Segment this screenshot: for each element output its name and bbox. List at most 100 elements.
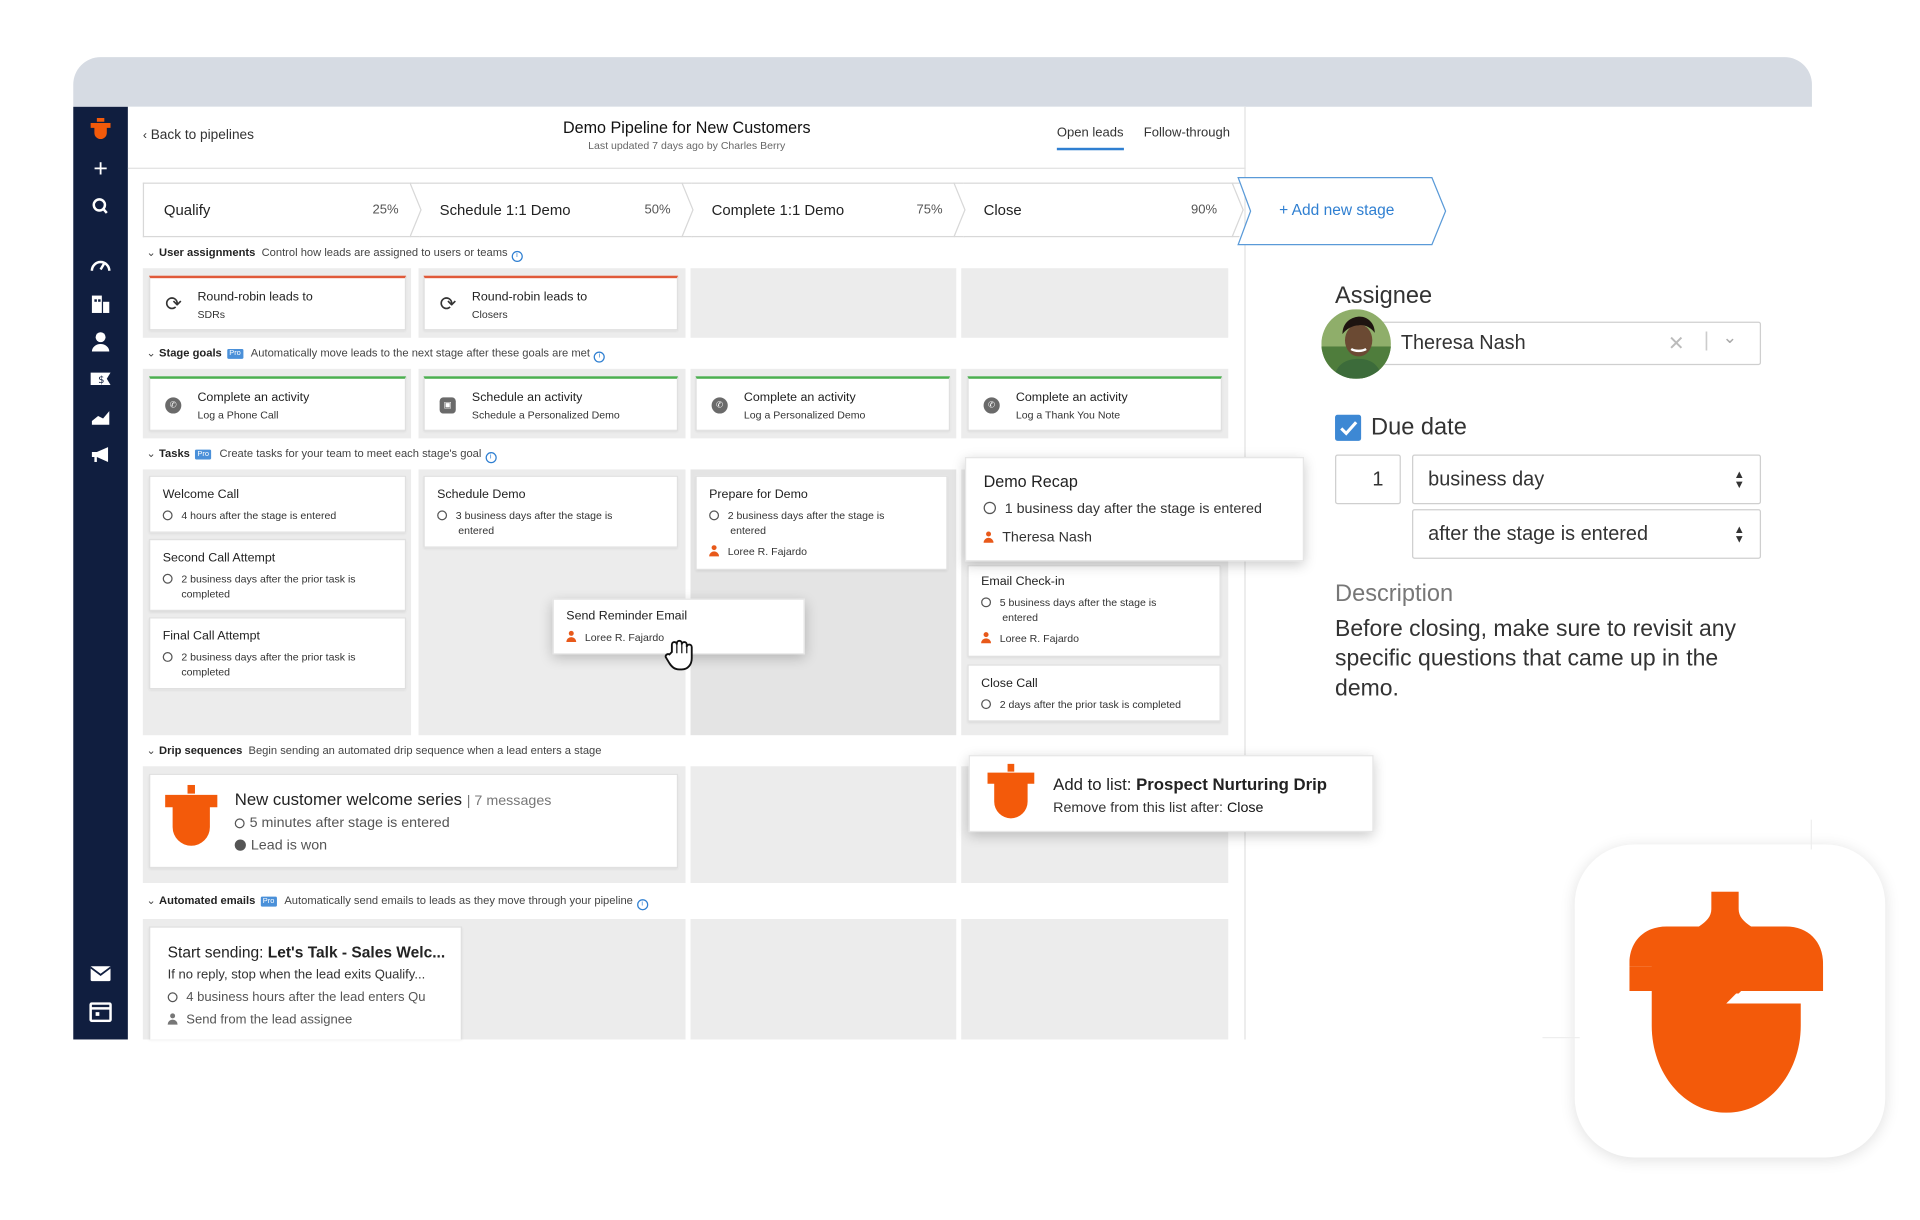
assignee-label: Assignee xyxy=(1335,283,1433,310)
user-icon xyxy=(167,1013,178,1025)
acorn-logo-icon xyxy=(1629,891,1824,1113)
email-card[interactable]: Start sending: Let's Talk - Sales Welc..… xyxy=(149,926,462,1040)
chevron-down-icon: ⌄ xyxy=(146,245,156,259)
lane xyxy=(961,268,1229,338)
chevron-down-icon[interactable]: ⌄ xyxy=(1723,327,1738,348)
task-card-final-call[interactable]: Final Call Attempt 2 business days after… xyxy=(149,617,407,690)
calendar-icon: ▣ xyxy=(439,397,456,414)
clock-icon xyxy=(162,510,173,521)
select-arrows-icon: ▲ ▼ xyxy=(1733,468,1745,491)
clock-icon xyxy=(234,818,245,829)
phone-icon: ✆ xyxy=(983,397,1000,414)
task-card-close-call[interactable]: Close Call 2 days after the prior task i… xyxy=(967,664,1221,722)
info-icon[interactable]: i xyxy=(593,351,605,363)
goal-card[interactable]: ✆ Complete an activity Log a Personalize… xyxy=(695,376,951,431)
due-unit-select[interactable]: business day ▲ ▼ xyxy=(1412,454,1762,505)
pipeline-header: ‹ Back to pipelines Demo Pipeline for New… xyxy=(127,107,1246,169)
chevron-down-icon: ⌄ xyxy=(146,346,156,359)
user-icon xyxy=(983,531,994,543)
app-icon xyxy=(1574,844,1886,1158)
user-icon xyxy=(709,545,720,557)
section-drip-sequences[interactable]: ⌄ Drip sequences Begin sending an automa… xyxy=(147,744,602,758)
mail-icon[interactable] xyxy=(73,965,128,982)
chevron-down-icon: ⌄ xyxy=(146,743,156,757)
phone-icon: ✆ xyxy=(711,397,728,414)
tab-open-leads[interactable]: Open leads xyxy=(1056,125,1124,151)
section-automated-emails[interactable]: ⌄ Automated emails Pro Automatically send… xyxy=(146,894,648,911)
grab-cursor-icon xyxy=(664,639,693,671)
avatar xyxy=(1321,309,1391,379)
chevron-down-icon: ⌄ xyxy=(146,894,156,907)
goal-card[interactable]: ✆ Complete an activity Log a Thank You N… xyxy=(967,376,1223,431)
sidebar: + $ xyxy=(73,106,128,1040)
companies-icon[interactable] xyxy=(73,294,128,314)
info-icon[interactable]: i xyxy=(511,250,523,263)
pro-badge: Pro xyxy=(226,348,244,359)
task-card-schedule-demo[interactable]: Schedule Demo 3 business days after the … xyxy=(423,475,679,548)
task-card-prepare-demo[interactable]: Prepare for Demo 2 business days after t… xyxy=(695,475,948,571)
check-circle-icon xyxy=(234,839,246,851)
svg-text:$: $ xyxy=(98,375,104,386)
due-date-checkbox[interactable] xyxy=(1335,414,1362,441)
drip-list-card[interactable]: Add to list: Prospect Nurturing Drip Rem… xyxy=(968,755,1374,833)
assignment-card-closers[interactable]: ⟳ Round-robin leads to Closers xyxy=(423,275,679,331)
task-card-email-checkin[interactable]: Email Check-in 5 business days after the… xyxy=(967,565,1221,657)
clock-icon xyxy=(162,573,173,584)
section-stage-goals[interactable]: ⌄ Stage goals Pro Automatically move lead… xyxy=(146,346,605,363)
add-icon[interactable]: + xyxy=(73,156,128,181)
acorn-icon xyxy=(165,784,218,846)
user-icon xyxy=(566,630,577,643)
pro-badge: Pro xyxy=(194,449,212,460)
deals-icon[interactable]: $ xyxy=(73,371,128,386)
dashboard-icon[interactable] xyxy=(73,256,128,273)
tab-follow-through[interactable]: Follow-through xyxy=(1144,125,1230,140)
section-user-assignments[interactable]: ⌄ User assignments Control how leads are… xyxy=(146,245,523,263)
stage-qualify[interactable]: Qualify 25% xyxy=(142,182,422,238)
clock-icon xyxy=(437,510,448,521)
clock-icon xyxy=(981,699,992,710)
clock-icon xyxy=(162,651,173,662)
due-number-input[interactable]: 1 xyxy=(1335,454,1401,505)
divider xyxy=(1810,819,1812,850)
select-divider: | xyxy=(1703,330,1710,352)
acorn-icon xyxy=(987,763,1035,819)
checkmark-icon xyxy=(1340,421,1358,436)
clock-icon xyxy=(983,501,997,515)
refresh-icon: ⟳ xyxy=(439,294,457,316)
assignee-select[interactable]: Theresa Nash ✕ | ⌄ xyxy=(1353,321,1762,366)
task-card-second-call[interactable]: Second Call Attempt 2 business days afte… xyxy=(149,538,407,612)
info-icon[interactable]: i xyxy=(636,899,648,911)
chevron-down-icon: ⌄ xyxy=(146,447,156,460)
due-when-select[interactable]: after the stage is entered ▲ ▼ xyxy=(1412,509,1762,559)
clock-icon xyxy=(981,597,992,608)
drip-card[interactable]: New customer welcome series | 7 messages… xyxy=(149,773,679,869)
megaphone-icon[interactable] xyxy=(73,446,128,463)
select-arrows-icon: ▲ ▼ xyxy=(1733,522,1745,546)
pro-badge: Pro xyxy=(260,896,277,907)
phone-icon: ✆ xyxy=(165,397,182,414)
search-icon[interactable] xyxy=(73,197,128,214)
description-label: Description xyxy=(1335,581,1454,608)
goal-card[interactable]: ✆ Complete an activity Log a Phone Call xyxy=(149,376,407,431)
info-icon[interactable]: i xyxy=(485,452,497,464)
add-stage-button[interactable]: + Add new stage xyxy=(1279,201,1394,218)
assignment-card-sdrs[interactable]: ⟳ Round-robin leads to SDRs xyxy=(149,275,407,331)
calendar-icon[interactable] xyxy=(73,1002,128,1023)
refresh-icon: ⟳ xyxy=(165,294,182,316)
clear-icon[interactable]: ✕ xyxy=(1668,332,1685,357)
person-icon[interactable] xyxy=(73,332,128,352)
clock-icon xyxy=(709,510,720,521)
lane xyxy=(961,919,1229,1040)
task-card-welcome-call[interactable]: Welcome Call 4 hours after the stage is … xyxy=(149,475,407,533)
goal-card[interactable]: ▣ Schedule an activity Schedule a Person… xyxy=(423,376,679,431)
lane xyxy=(690,268,957,338)
reports-icon[interactable] xyxy=(73,409,128,426)
clock-icon xyxy=(167,992,178,1003)
window-top-bar xyxy=(73,57,1812,107)
description-text: Before closing, make sure to revisit any… xyxy=(1335,614,1737,701)
stage-dividers xyxy=(409,182,1244,238)
section-tasks[interactable]: ⌄ Tasks Pro Create tasks for your team to… xyxy=(146,447,497,464)
task-card-demo-recap[interactable]: Demo Recap 1 business day after the stag… xyxy=(964,457,1304,562)
acorn-logo-icon[interactable] xyxy=(73,117,128,140)
due-date-label: Due date xyxy=(1371,414,1467,441)
